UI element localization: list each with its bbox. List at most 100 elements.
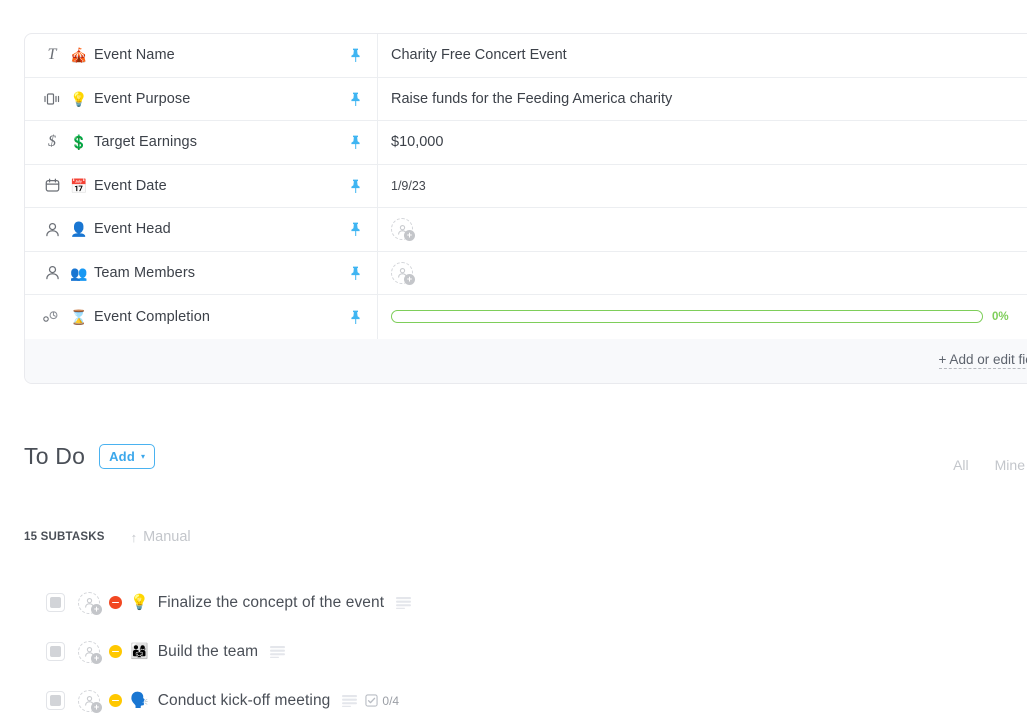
- custom-field-label-cell[interactable]: $ 💲 Target Earnings: [25, 121, 378, 164]
- todo-section-header: To Do Add ▾: [24, 443, 155, 470]
- subtask-meta-bar: 15 SUBTASKS ↑ Manual: [24, 529, 191, 545]
- subtask-name[interactable]: Finalize the concept of the event: [158, 594, 384, 612]
- light-bulb-emoji: 💡: [130, 594, 149, 611]
- custom-field-value[interactable]: 1/9/23: [391, 179, 426, 193]
- custom-field-row: 📅 Event Date 1/9/23: [25, 164, 1027, 208]
- custom-field-label-cell[interactable]: 📅 Event Date: [25, 164, 378, 207]
- custom-field-value-cell[interactable]: 1/9/23: [378, 165, 1027, 208]
- text-field-icon: T: [47, 46, 57, 64]
- add-button-label: Add: [109, 449, 135, 464]
- add-assignee-plus-icon: +: [91, 701, 102, 713]
- custom-field-row: T 🎪 Event Name Charity Free Concert Event: [25, 34, 1027, 78]
- heavy-dollar-sign-emoji: 💲: [70, 134, 88, 151]
- pin-icon[interactable]: [350, 135, 361, 150]
- checklist-badge[interactable]: 0/4: [365, 694, 399, 708]
- custom-field-row: 💡 Event Purpose Raise funds for the Feedin…: [25, 77, 1027, 121]
- custom-field-label-cell[interactable]: 👥 Team Members: [25, 251, 378, 294]
- pin-icon[interactable]: [350, 222, 361, 237]
- pin-icon[interactable]: [350, 48, 361, 63]
- family-emoji: 👨‍👩‍👧: [130, 643, 149, 660]
- custom-field-name: Event Head: [94, 221, 171, 238]
- custom-field-row: ⌛ Event Completion 0%: [25, 295, 1027, 339]
- person-field-icon: [41, 222, 63, 237]
- chevron-down-icon: ▾: [140, 451, 145, 461]
- subtask-assignee[interactable]: +: [78, 689, 102, 713]
- pin-icon[interactable]: [350, 92, 361, 106]
- custom-field-value-cell[interactable]: 0%: [378, 295, 1027, 339]
- description-icon[interactable]: [396, 596, 412, 609]
- add-assignee-plus-icon: +: [404, 230, 415, 242]
- custom-fields-rows: T 🎪 Event Name Charity Free Concert Event 💡 E…: [25, 34, 1027, 339]
- todo-title: To Do: [24, 443, 86, 469]
- custom-field-value[interactable]: Raise funds for the Feeding America char…: [391, 91, 672, 107]
- filter-all[interactable]: All: [953, 457, 969, 473]
- sort-mode-button[interactable]: ↑ Manual: [131, 529, 191, 545]
- circus-tent-emoji: 🎪: [70, 47, 88, 64]
- add-subtask-button[interactable]: Add ▾: [99, 444, 155, 469]
- add-assignee-plus-icon: +: [404, 273, 415, 285]
- custom-field-name: Event Name: [94, 47, 175, 64]
- custom-field-label-cell[interactable]: 💡 Event Purpose: [25, 77, 378, 120]
- subtask-assignee[interactable]: +: [78, 591, 102, 615]
- add-assignee-plus-icon: +: [91, 603, 102, 615]
- subtask-assignee-placeholder[interactable]: +: [78, 591, 102, 615]
- subtask-checkbox[interactable]: [46, 691, 65, 710]
- assignee-avatar-placeholder[interactable]: +: [391, 261, 415, 285]
- pin-icon[interactable]: [350, 179, 361, 193]
- light-bulb-emoji: 💡: [70, 90, 88, 107]
- custom-field-row: $ 💲 Target Earnings $10,000: [25, 121, 1027, 165]
- priority-high[interactable]: [109, 645, 122, 658]
- checklist-icon: [365, 694, 379, 707]
- pin-icon[interactable]: [350, 310, 361, 324]
- progress-percent-label: 0%: [992, 310, 1009, 323]
- subtask-name[interactable]: Conduct kick-off meeting: [158, 692, 331, 710]
- currency-field-icon: $: [48, 133, 56, 151]
- subtask-assignee[interactable]: +: [78, 640, 102, 664]
- subtask-checkbox[interactable]: [46, 593, 65, 612]
- add-assignee-plus-icon: +: [91, 652, 102, 664]
- pin-icon[interactable]: [350, 266, 361, 280]
- description-icon[interactable]: [342, 694, 358, 707]
- custom-fields-card: T 🎪 Event Name Charity Free Concert Event 💡 E…: [24, 33, 1027, 384]
- custom-field-row: 👥 Team Members +: [25, 251, 1027, 295]
- progress-field-icon: [41, 310, 63, 323]
- progress-bar[interactable]: [391, 310, 983, 324]
- subtask-assignee-placeholder[interactable]: +: [78, 640, 102, 664]
- custom-field-value[interactable]: $10,000: [391, 134, 443, 150]
- add-or-edit-fields-link[interactable]: + Add or edit fields: [938, 352, 1027, 369]
- custom-field-name: Target Earnings: [94, 134, 198, 151]
- priority-high[interactable]: [109, 694, 122, 707]
- filter-mine[interactable]: Mine: [995, 457, 1025, 473]
- busts-in-silhouette-emoji: 👥: [70, 264, 88, 281]
- custom-field-row: 👤 Event Head +: [25, 208, 1027, 252]
- custom-field-value-cell[interactable]: Charity Free Concert Event: [378, 34, 1027, 77]
- subtask-assignee-placeholder[interactable]: +: [78, 689, 102, 713]
- subtask-count-label: 15 SUBTASKS: [24, 531, 105, 543]
- custom-field-value-cell[interactable]: +: [378, 252, 1027, 295]
- custom-field-value-cell[interactable]: $10,000: [378, 121, 1027, 164]
- subtask-row[interactable]: + 👨‍👩‍👧 Build the team: [46, 627, 1027, 676]
- custom-field-label-cell[interactable]: T 🎪 Event Name: [25, 34, 378, 77]
- priority-urgent[interactable]: [109, 596, 122, 609]
- subtask-checkbox[interactable]: [46, 642, 65, 661]
- custom-field-label-cell[interactable]: 👤 Event Head: [25, 208, 378, 251]
- bust-in-silhouette-emoji: 👤: [70, 221, 88, 238]
- custom-field-value-cell[interactable]: +: [378, 208, 1027, 251]
- subtask-row[interactable]: + 💡 Finalize the concept of the event: [46, 578, 1027, 627]
- person-field-icon: [41, 265, 63, 280]
- subtask-row[interactable]: + 🗣️ Conduct kick-off meeting 0/4: [46, 676, 1027, 725]
- progress-field[interactable]: 0%: [391, 310, 1027, 324]
- assignee-avatar-placeholder[interactable]: +: [391, 218, 415, 242]
- speaking-head-emoji: 🗣️: [130, 692, 149, 709]
- text-area-field-icon: [41, 92, 63, 106]
- custom-field-label-cell[interactable]: ⌛ Event Completion: [25, 295, 378, 339]
- hourglass-emoji: ⌛: [70, 308, 88, 325]
- sort-ascending-icon: ↑: [130, 529, 138, 545]
- subtask-name[interactable]: Build the team: [158, 643, 259, 661]
- custom-field-value[interactable]: Charity Free Concert Event: [391, 47, 567, 63]
- custom-field-value-cell[interactable]: Raise funds for the Feeding America char…: [378, 78, 1027, 121]
- custom-fields-footer: + Add or edit fields: [25, 338, 1027, 383]
- custom-field-name: Event Completion: [94, 308, 211, 325]
- todo-filter-group: All Mine: [953, 457, 1027, 473]
- description-icon[interactable]: [270, 645, 286, 658]
